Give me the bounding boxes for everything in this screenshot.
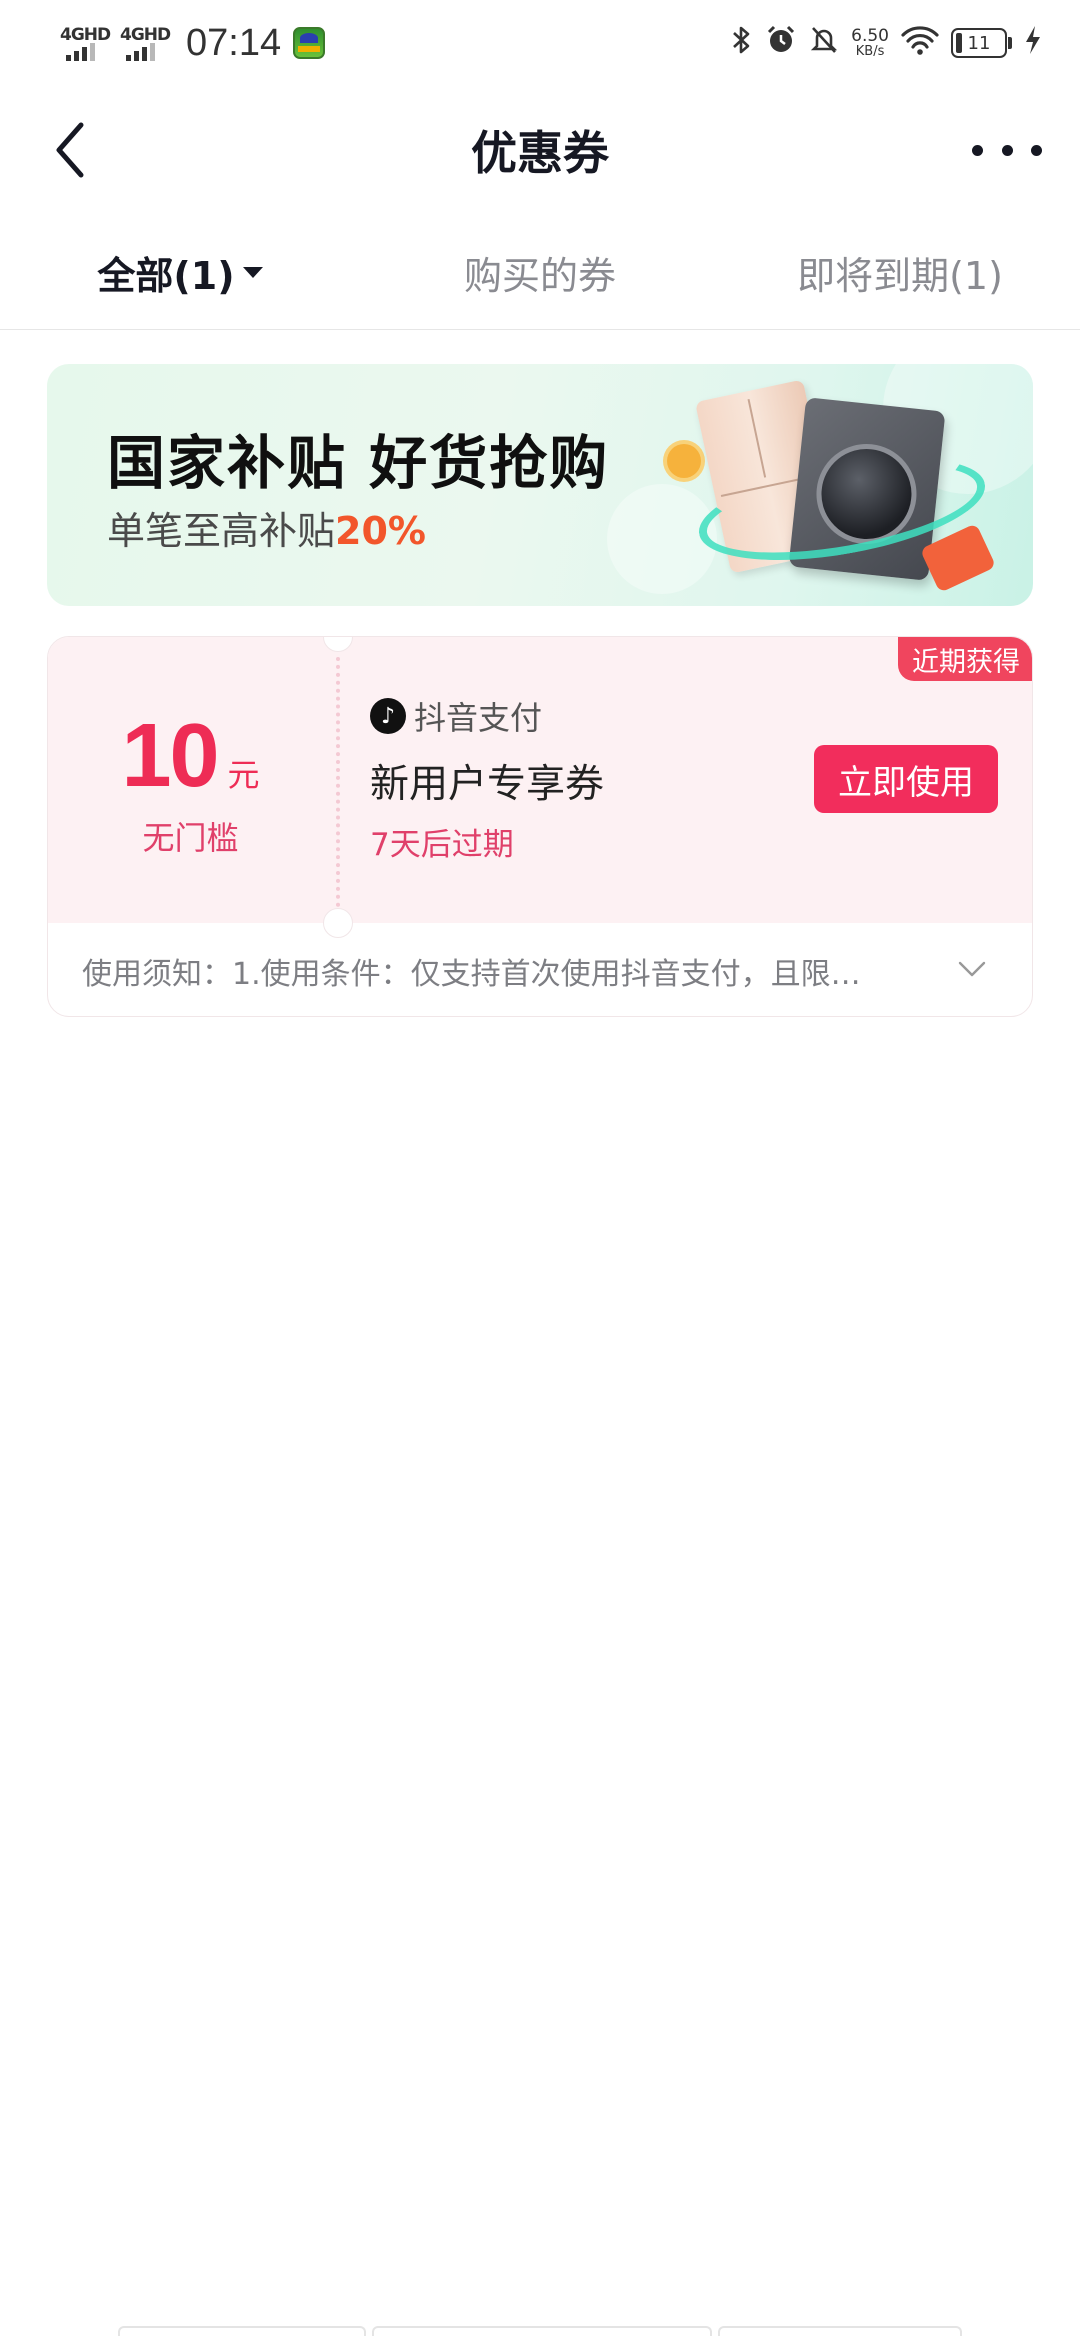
speed-unit: KB/s (855, 44, 885, 59)
coupon-amount-number: 10 (121, 706, 219, 806)
tab-expiring[interactable]: 即将到期(1) (720, 235, 1080, 329)
recent-badge: 近期获得 (898, 637, 1032, 681)
more-dot-icon (1031, 144, 1042, 156)
usage-notice-text: 使用须知：1.使用条件：仅支持首次使用抖音支付，且限… (82, 956, 861, 992)
coupon-page: 4GHD 4GHD 07:14 6.50 KB/s 11 优惠券 全部(1) 购… (0, 0, 1080, 2340)
tab-purchased[interactable]: 购买的券 (360, 235, 720, 329)
tab-all[interactable]: 全部(1) (0, 235, 360, 329)
tab-purchased-label: 购买的券 (463, 254, 616, 298)
banner-subtitle-percent: 20% (335, 509, 426, 553)
coupon-amount-unit: 元 (227, 756, 260, 794)
tab-expiring-label: 即将到期(1) (797, 254, 1003, 298)
coupon-expiry: 7天后过期 (370, 827, 514, 863)
dropdown-caret-icon (242, 267, 263, 278)
subsidy-banner[interactable]: 国家补贴 好货抢购 单笔至高补贴20% (47, 364, 1033, 606)
coupon-provider: ♪ 抖音支付 (370, 693, 542, 739)
battery-icon: 11 (951, 28, 1012, 58)
signal-icon: 4GHD (60, 23, 111, 63)
status-right: 6.50 KB/s 11 (731, 18, 1042, 68)
status-left: 4GHD 4GHD 07:14 (60, 18, 326, 68)
status-bar: 4GHD 4GHD 07:14 6.50 KB/s 11 (0, 0, 1080, 80)
more-dot-icon (1001, 144, 1013, 156)
tab-all-label: 全部(1) (97, 254, 235, 298)
app-notification-icon (293, 27, 326, 59)
coupon-tabs: 全部(1) 购买的券 即将到期(1) (0, 235, 1080, 330)
coupon-divider (336, 657, 340, 907)
bottom-edge-handles (118, 2326, 962, 2336)
page-title: 优惠券 (471, 126, 609, 180)
coupon-ticket: 10 元 无门槛 近期获得 ♪ 抖音支付 新用户专享券 7天后过期 立即使用 (48, 637, 1032, 938)
banner-subtitle: 单笔至高补贴20% (107, 500, 426, 555)
battery-level: 11 (967, 32, 991, 54)
network-type-label: 4GHD (120, 25, 171, 45)
usage-notice[interactable]: 使用须知：1.使用条件：仅支持首次使用抖音支付，且限… (48, 923, 1032, 1016)
coupon-amount: 10 元 (48, 705, 333, 808)
coupon-provider-label: 抖音支付 (414, 699, 543, 737)
title-bar: 优惠券 (0, 95, 1080, 205)
network-speed: 6.50 KB/s (851, 26, 889, 59)
coin-icon (667, 444, 701, 478)
coupon-threshold: 无门槛 (142, 819, 239, 857)
signal-icon: 4GHD (120, 23, 171, 63)
more-options-button[interactable] (972, 125, 1042, 175)
coupon-value-section: 10 元 无门槛 (48, 637, 333, 923)
more-dot-icon (972, 144, 983, 156)
use-now-button[interactable]: 立即使用 (814, 745, 998, 813)
coupon-name: 新用户专享券 (370, 762, 605, 807)
alarm-icon (765, 24, 797, 62)
chevron-down-icon[interactable] (956, 953, 988, 985)
status-time: 07:14 (186, 21, 282, 64)
douyin-icon: ♪ (370, 698, 406, 734)
speed-value: 6.50 (851, 26, 889, 46)
mute-icon (809, 24, 839, 62)
wifi-icon (901, 25, 939, 61)
bluetooth-icon (731, 24, 753, 62)
coupon-card: 10 元 无门槛 近期获得 ♪ 抖音支付 新用户专享券 7天后过期 立即使用 使… (47, 636, 1033, 1017)
banner-title: 国家补贴 好货抢购 (107, 429, 610, 497)
charging-icon (1024, 25, 1042, 61)
banner-subtitle-text: 单笔至高补贴 (107, 509, 336, 553)
network-type-label: 4GHD (60, 25, 111, 45)
